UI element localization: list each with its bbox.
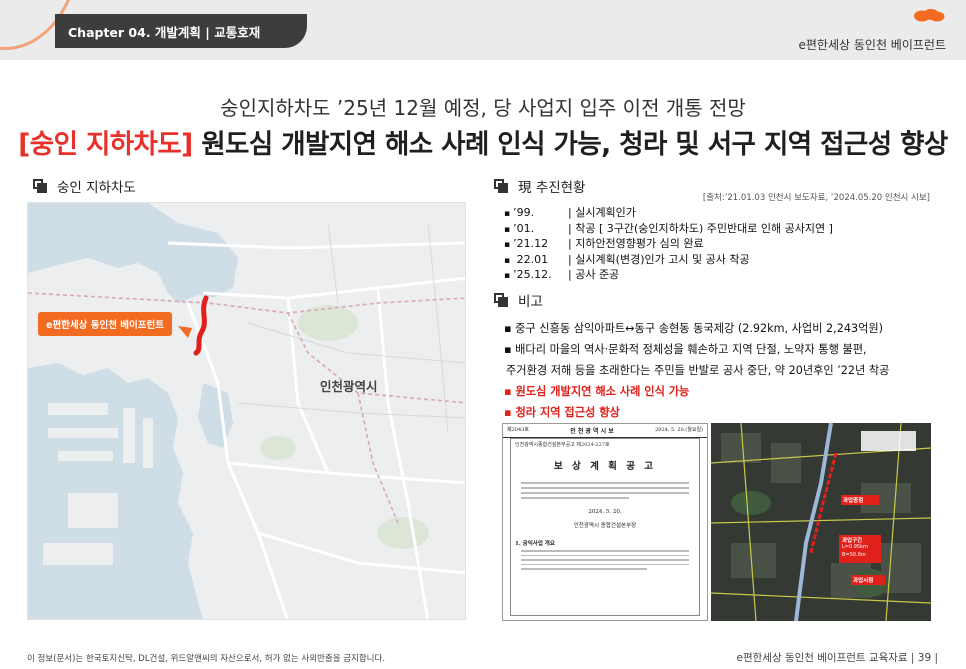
brand-name: e편한세상 동인천 베이프런트	[798, 38, 947, 52]
timeline-year: ’99.	[504, 206, 568, 222]
aerial-graphic	[711, 423, 931, 621]
callout-pointer-icon	[178, 326, 192, 338]
section-bullet-icon	[494, 293, 508, 307]
map-callout: e편한세상 동인천 베이프런트	[38, 312, 172, 336]
gazette-title: 인 천 광 역 시 보	[570, 428, 614, 435]
section-bullet-icon	[33, 179, 47, 193]
footer-disclaimer: 이 정보(문서)는 한국토지신탁, DL건설, 위드알앤씨의 자산으로서, 허가…	[27, 654, 386, 664]
highlight-item: ▪ 청라 지역 접근성 향상	[504, 406, 620, 419]
timeline-item: ’99.| 실시계획인가	[504, 206, 833, 222]
section-label-text: 現 추진현황	[518, 180, 586, 196]
timeline-item: ’21.12| 지하안전영향평가 심의 완료	[504, 237, 833, 253]
source-note: [출처:’21.01.03 인천시 보도자료, ’2024.05.20 인천시 …	[702, 193, 930, 203]
chapter-title: Chapter 04. 개발계획 | 교통호재	[68, 25, 261, 40]
location-map: e편한세상 동인천 베이프런트 인천광역시	[27, 202, 466, 620]
public-notice-image: 제2043호 인 천 광 역 시 보 2024. 5. 20.(월요일) 인천광…	[502, 423, 708, 621]
timeline-year: ’01.	[504, 222, 568, 238]
timeline-year: ’21.12	[504, 237, 568, 253]
title-accent: [숭인 지하차도]	[18, 129, 193, 160]
aerial-label: B=50.0m	[842, 552, 866, 558]
title-text: 원도심 개발지연 해소 사례 인식 가능, 청라 및 서구 지역 접근성 향상	[192, 129, 948, 160]
section-label-status: 現 추진현황	[494, 176, 585, 196]
notice-title: 보 상 계 획 공 고	[554, 461, 656, 472]
gazette-number: 제2043호	[507, 427, 529, 433]
notice-date: 2024. 5. 20.	[588, 509, 622, 515]
aerial-label: 과업시점	[853, 578, 874, 584]
section-label-text: 비고	[518, 294, 543, 310]
map-graphic	[28, 203, 465, 619]
notice-body: 인천광역시종합건설본부공고 제2024-227호 보 상 계 획 공 고 202…	[510, 438, 700, 616]
highlight-item: ▪ 원도심 개발지연 해소 사례 인식 가능	[504, 385, 690, 398]
aerial-photo: 과업종점 과업구간 L=0.95km B=50.0m 과업시점	[711, 423, 931, 621]
map-city-label: 인천광역시	[320, 379, 378, 394]
section-label-notes: 비고	[494, 290, 543, 310]
timeline-text: | 공사 준공	[568, 268, 620, 282]
section-bullet-icon	[494, 179, 508, 193]
aerial-label: 과업구간	[842, 538, 863, 544]
notice-ref: 인천광역시종합건설본부공고 제2024-227호	[515, 442, 610, 448]
note-item: 주거환경 저해 등을 초래한다는 주민들 반발로 공사 중단, 약 20년후인 …	[506, 364, 890, 377]
notice-section: 1. 공익사업 개요	[515, 541, 555, 547]
gazette-date: 2024. 5. 20.(월요일)	[655, 427, 703, 433]
timeline-year: ’25.12.	[504, 268, 568, 284]
timeline-text: | 착공 [ 3구간(숭인지하차도) 주민반대로 인해 공사지연 ]	[568, 221, 833, 235]
brand-logo-icon	[914, 9, 945, 22]
section-label-text: 숭인 지하차도	[57, 180, 136, 196]
timeline-text: | 지하안전영향평가 심의 완료	[568, 237, 704, 251]
page-title: [숭인 지하차도] 원도심 개발지연 해소 사례 인식 가능, 청라 및 서구 …	[0, 122, 966, 161]
timeline-text: | 실시계획(변경)인가 고시 및 공사 착공	[568, 252, 750, 266]
gazette-header: 제2043호 인 천 광 역 시 보 2024. 5. 20.(월요일)	[503, 424, 707, 438]
timeline-list: ’99.| 실시계획인가 ’01.| 착공 [ 3구간(숭인지하차도) 주민반대…	[504, 206, 833, 284]
footer-page: e편한세상 동인천 베이프런트 교육자료 | 39 |	[736, 652, 938, 664]
timeline-text: | 실시계획인가	[568, 206, 636, 219]
aerial-label: 과업종점	[843, 498, 864, 504]
timeline-year: 22.01	[504, 253, 568, 269]
note-item: ▪ 배다리 마을의 역사·문화적 정체성을 훼손하고 지역 단절, 노약자 통행…	[504, 343, 867, 356]
aerial-label: L=0.95km	[842, 544, 868, 550]
notice-org: 인천광역시 종합건설본부장	[573, 523, 637, 529]
timeline-item: ’01.| 착공 [ 3구간(숭인지하차도) 주민반대로 인해 공사지연 ]	[504, 222, 833, 238]
page-subtitle: 숭인지하차도 ’25년 12월 예정, 당 사업지 입주 이전 개통 전망	[220, 96, 746, 120]
timeline-item: ’25.12.| 공사 준공	[504, 268, 833, 284]
timeline-item: 22.01| 실시계획(변경)인가 고시 및 공사 착공	[504, 253, 833, 269]
section-label-underpass: 숭인 지하차도	[33, 176, 136, 196]
notes-list: ▪ 중구 신흥동 삼익아파트↔동구 송현동 동국제강 (2.92km, 사업비 …	[504, 318, 889, 423]
note-item: ▪ 중구 신흥동 삼익아파트↔동구 송현동 동국제강 (2.92km, 사업비 …	[504, 322, 884, 335]
